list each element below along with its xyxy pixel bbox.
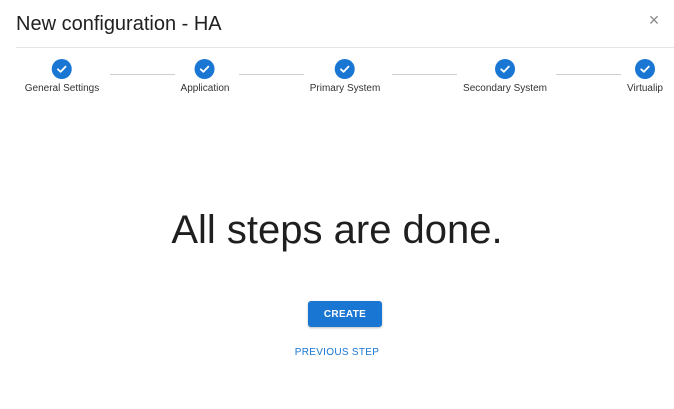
step-connector	[239, 74, 304, 75]
step-connector	[110, 74, 175, 75]
step-virtualip[interactable]: Virtualip	[627, 53, 663, 95]
step-primary-system[interactable]: Primary System	[309, 53, 381, 95]
dialog-title: New configuration - HA	[16, 13, 222, 35]
step-label: Primary System	[309, 83, 381, 94]
close-icon[interactable]: ×	[642, 8, 666, 32]
create-button[interactable]: CREATE	[308, 301, 382, 327]
check-icon	[52, 59, 72, 79]
check-icon	[634, 59, 655, 79]
check-icon	[194, 59, 215, 79]
previous-step-button[interactable]: PREVIOUS STEP	[0, 346, 674, 360]
stepper: General Settings Application Primary Sys…	[0, 53, 674, 99]
check-icon	[335, 59, 355, 79]
step-label: General Settings	[24, 83, 100, 94]
header-divider	[16, 47, 674, 48]
step-connector	[556, 74, 621, 75]
check-icon	[495, 59, 515, 79]
step-application[interactable]: Application	[180, 53, 230, 95]
step-secondary-system[interactable]: Secondary System	[463, 53, 547, 95]
new-configuration-dialog: New configuration - HA × General Setting…	[0, 0, 674, 409]
completion-message: All steps are done.	[171, 208, 503, 252]
step-general-settings[interactable]: General Settings	[24, 53, 100, 95]
step-label: Virtualip	[627, 83, 663, 94]
step-label: Secondary System	[463, 83, 547, 94]
step-connector	[392, 74, 457, 75]
step-label: Application	[180, 83, 230, 94]
